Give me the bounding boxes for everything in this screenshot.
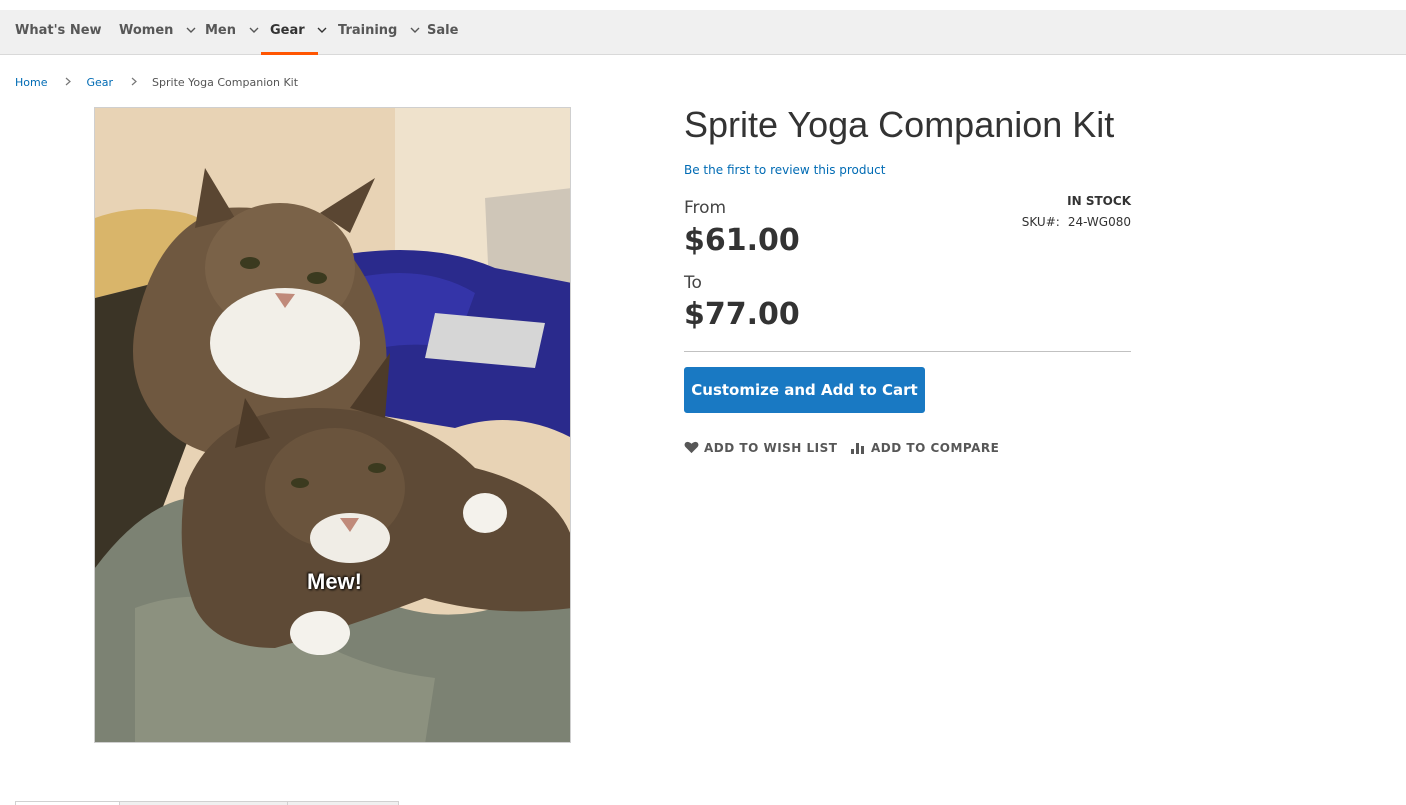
price-from-value: $61.00 — [684, 223, 800, 258]
chevron-down-icon — [410, 10, 420, 51]
price-to-label: To — [684, 273, 702, 293]
customize-add-to-cart-button[interactable]: Customize and Add to Cart — [684, 367, 925, 413]
heart-icon — [684, 441, 699, 454]
price-from-label: From — [684, 198, 727, 218]
nav-item-gear[interactable]: Gear — [261, 10, 327, 55]
add-to-compare-link[interactable]: ADD TO COMPARE — [850, 441, 999, 455]
chevron-right-icon — [65, 76, 71, 89]
breadcrumb-home-link[interactable]: Home — [15, 76, 47, 89]
price-to-value: $77.00 — [684, 297, 800, 332]
bar-chart-icon — [851, 443, 864, 454]
main-navigation: What's New Women Men Gear Training Sale — [0, 10, 1406, 55]
nav-item-training[interactable]: Training — [338, 10, 420, 55]
nav-item-whats-new[interactable]: What's New — [15, 10, 102, 55]
tab-more-information[interactable] — [119, 801, 288, 805]
add-to-wishlist-link[interactable]: ADD TO WISH LIST — [684, 441, 837, 455]
chevron-down-icon — [186, 10, 196, 51]
sku-value: 24-WG080 — [1067, 215, 1131, 229]
review-link[interactable]: Be the first to review this product — [684, 163, 885, 177]
nav-item-sale[interactable]: Sale — [427, 10, 458, 55]
chevron-right-icon — [131, 76, 137, 89]
product-image[interactable]: Mew! — [94, 107, 571, 743]
active-nav-indicator — [261, 52, 318, 55]
nav-item-label: Men — [205, 23, 237, 38]
image-caption: Mew! — [307, 569, 362, 594]
breadcrumb: Home Gear Sprite Yoga Companion Kit — [15, 76, 298, 89]
chevron-down-icon — [249, 10, 259, 51]
nav-item-women[interactable]: Women — [119, 10, 196, 55]
chevron-down-icon — [317, 10, 327, 51]
sku-label: SKU#: — [1021, 215, 1060, 229]
sku-info: SKU#: 24-WG080 — [990, 215, 1131, 229]
nav-item-men[interactable]: Men — [205, 10, 259, 55]
nav-item-label: Gear — [270, 23, 305, 38]
compare-label: ADD TO COMPARE — [871, 441, 1000, 455]
wishlist-label: ADD TO WISH LIST — [704, 441, 838, 455]
nav-item-label: What's New — [15, 23, 102, 38]
breadcrumb-current: Sprite Yoga Companion Kit — [152, 76, 299, 89]
cats-photo — [95, 108, 570, 742]
product-title: Sprite Yoga Companion Kit — [684, 104, 1115, 145]
price-divider — [684, 351, 1131, 352]
nav-item-label: Training — [338, 23, 398, 38]
breadcrumb-category-link[interactable]: Gear — [86, 76, 113, 89]
nav-item-label: Sale — [427, 23, 459, 38]
nav-item-label: Women — [119, 23, 174, 38]
stock-status: IN STOCK — [1067, 194, 1131, 208]
tab-reviews[interactable] — [287, 801, 399, 805]
tab-details[interactable] — [15, 801, 120, 805]
